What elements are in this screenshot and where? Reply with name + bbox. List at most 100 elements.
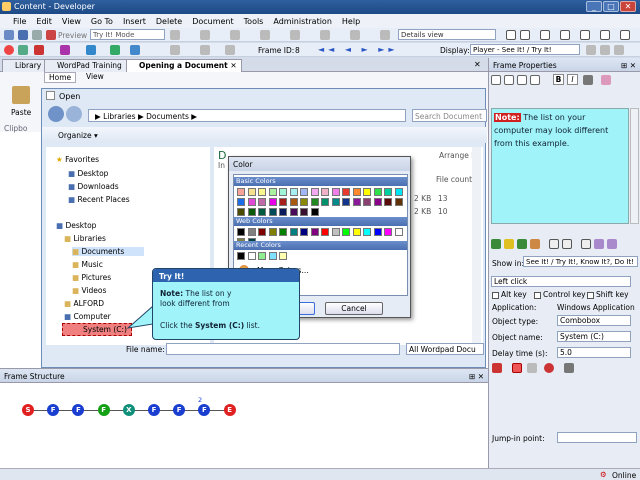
mode-select[interactable]: Try It! Mode <box>90 29 165 40</box>
color-swatch[interactable] <box>384 228 392 236</box>
replace-icon[interactable] <box>320 30 330 40</box>
color-swatch[interactable] <box>237 198 245 206</box>
color-swatch[interactable] <box>247 198 256 206</box>
layout-icon[interactable] <box>506 30 516 40</box>
forward-button[interactable] <box>66 106 82 122</box>
color-swatch[interactable] <box>384 188 392 196</box>
color-swatch[interactable] <box>300 208 308 216</box>
layout-icon[interactable] <box>540 30 550 40</box>
color-swatch[interactable] <box>289 208 298 216</box>
frame-node[interactable]: F <box>198 404 211 416</box>
color-swatch[interactable] <box>394 188 403 196</box>
color-swatch[interactable] <box>300 198 308 206</box>
menu-help[interactable]: Help <box>337 17 365 26</box>
frame-node[interactable]: S <box>22 404 34 416</box>
color-swatch[interactable] <box>310 208 319 216</box>
filetype-select[interactable]: All Wordpad Docu <box>406 343 484 355</box>
tree-item-pictures[interactable]: ■ Pictures <box>72 273 111 282</box>
bubble-icon[interactable] <box>504 239 514 249</box>
back-button[interactable] <box>48 106 64 122</box>
menu-view[interactable]: View <box>57 17 86 26</box>
color-swatch[interactable] <box>352 228 361 236</box>
tree-item-desktop-root[interactable]: ■ Desktop <box>56 221 96 230</box>
show-in-select[interactable]: See It! / Try It!, Know It?, Do It! <box>523 256 638 267</box>
tree-item-videos[interactable]: ■ Videos <box>72 286 106 295</box>
color-swatch[interactable] <box>310 198 319 206</box>
tree-item-favorites[interactable]: ★ Favorites <box>56 155 99 164</box>
color-swatch[interactable] <box>268 228 277 236</box>
color-swatch[interactable] <box>279 208 287 216</box>
bubble-icon[interactable] <box>581 239 591 249</box>
color-swatch[interactable] <box>279 188 287 196</box>
menu-edit[interactable]: Edit <box>31 17 57 26</box>
justify-icon[interactable] <box>530 75 540 85</box>
maximize-button[interactable]: □ <box>603 1 619 12</box>
color-swatch[interactable] <box>258 228 266 236</box>
filename-input[interactable] <box>166 343 400 355</box>
color-swatch[interactable] <box>363 228 371 236</box>
record-icon[interactable] <box>18 45 28 55</box>
color-swatch[interactable] <box>352 198 361 206</box>
frame-node[interactable]: F <box>97 404 110 416</box>
color-swatch[interactable] <box>373 228 382 236</box>
scrollbar[interactable] <box>472 147 481 345</box>
tab-library[interactable]: Library <box>2 59 47 72</box>
color-swatch[interactable] <box>258 208 266 216</box>
color-swatch[interactable] <box>258 188 266 196</box>
tree-item-desktop[interactable]: ■ Desktop <box>68 169 108 178</box>
close-tab-icon[interactable]: ✕ <box>230 61 236 70</box>
decision-icon[interactable] <box>60 45 70 55</box>
insert-icon[interactable] <box>170 45 180 55</box>
info-icon[interactable] <box>130 45 140 55</box>
redo-icon[interactable] <box>260 30 270 40</box>
frame-node[interactable]: X <box>122 404 135 416</box>
ribbon-tab-home[interactable]: Home <box>44 72 77 83</box>
tab-wordpad-training[interactable]: WordPad Training <box>44 59 127 72</box>
pin-icon[interactable]: ⊞ ✕ <box>621 61 636 70</box>
layout-icon[interactable] <box>600 30 610 40</box>
undo-icon[interactable] <box>230 30 240 40</box>
color-swatch[interactable] <box>258 198 266 206</box>
new-icon[interactable] <box>4 30 14 40</box>
action-icon[interactable] <box>34 45 44 55</box>
option-icon[interactable] <box>614 45 624 55</box>
cancel-button[interactable]: Cancel <box>325 302 383 315</box>
jump-in-input[interactable] <box>557 432 637 443</box>
color-swatch[interactable] <box>289 188 298 196</box>
color-swatch[interactable] <box>289 198 298 206</box>
tree-item-libraries[interactable]: ■ Libraries <box>64 234 106 243</box>
object-name-input[interactable]: System (C:) <box>557 331 631 342</box>
color-swatch[interactable] <box>237 228 245 236</box>
frame-node[interactable]: F <box>72 404 85 416</box>
color-swatch[interactable] <box>331 188 340 196</box>
bubble-icon[interactable] <box>517 239 527 249</box>
color-swatch[interactable] <box>363 198 371 206</box>
color-swatch[interactable] <box>373 188 382 196</box>
bubble-icon[interactable] <box>594 239 604 249</box>
color-swatch[interactable] <box>237 208 245 216</box>
search-input[interactable]: Search Document <box>412 109 487 122</box>
option-icon[interactable] <box>586 45 596 55</box>
action-select[interactable]: Left click <box>491 276 631 287</box>
tree-item-system-c[interactable]: System (C:) <box>62 323 132 336</box>
bubble-icon[interactable] <box>549 239 559 249</box>
highlight-icon[interactable] <box>601 75 611 85</box>
align-right-icon[interactable] <box>517 75 527 85</box>
bubble-icon[interactable] <box>491 239 501 249</box>
minimize-button[interactable]: _ <box>586 1 602 12</box>
color-swatch[interactable] <box>247 208 256 216</box>
arrange-icon[interactable] <box>200 45 210 55</box>
layout-icon[interactable] <box>580 30 590 40</box>
preview-button[interactable]: Preview <box>58 31 87 40</box>
copy-icon[interactable] <box>32 30 42 40</box>
color-swatch[interactable] <box>310 228 319 236</box>
menu-administration[interactable]: Administration <box>268 17 337 26</box>
check-icon[interactable] <box>350 30 360 40</box>
breadcrumb-libraries[interactable]: Libraries <box>103 112 135 121</box>
bubble-text-editor[interactable]: Note: The list on your computer may look… <box>491 108 629 224</box>
color-swatch[interactable] <box>394 228 403 236</box>
color-swatch[interactable] <box>279 228 287 236</box>
action-icon[interactable] <box>492 363 502 373</box>
organize-button[interactable]: Organize ▾ <box>58 131 98 140</box>
color-swatch[interactable] <box>247 252 256 260</box>
